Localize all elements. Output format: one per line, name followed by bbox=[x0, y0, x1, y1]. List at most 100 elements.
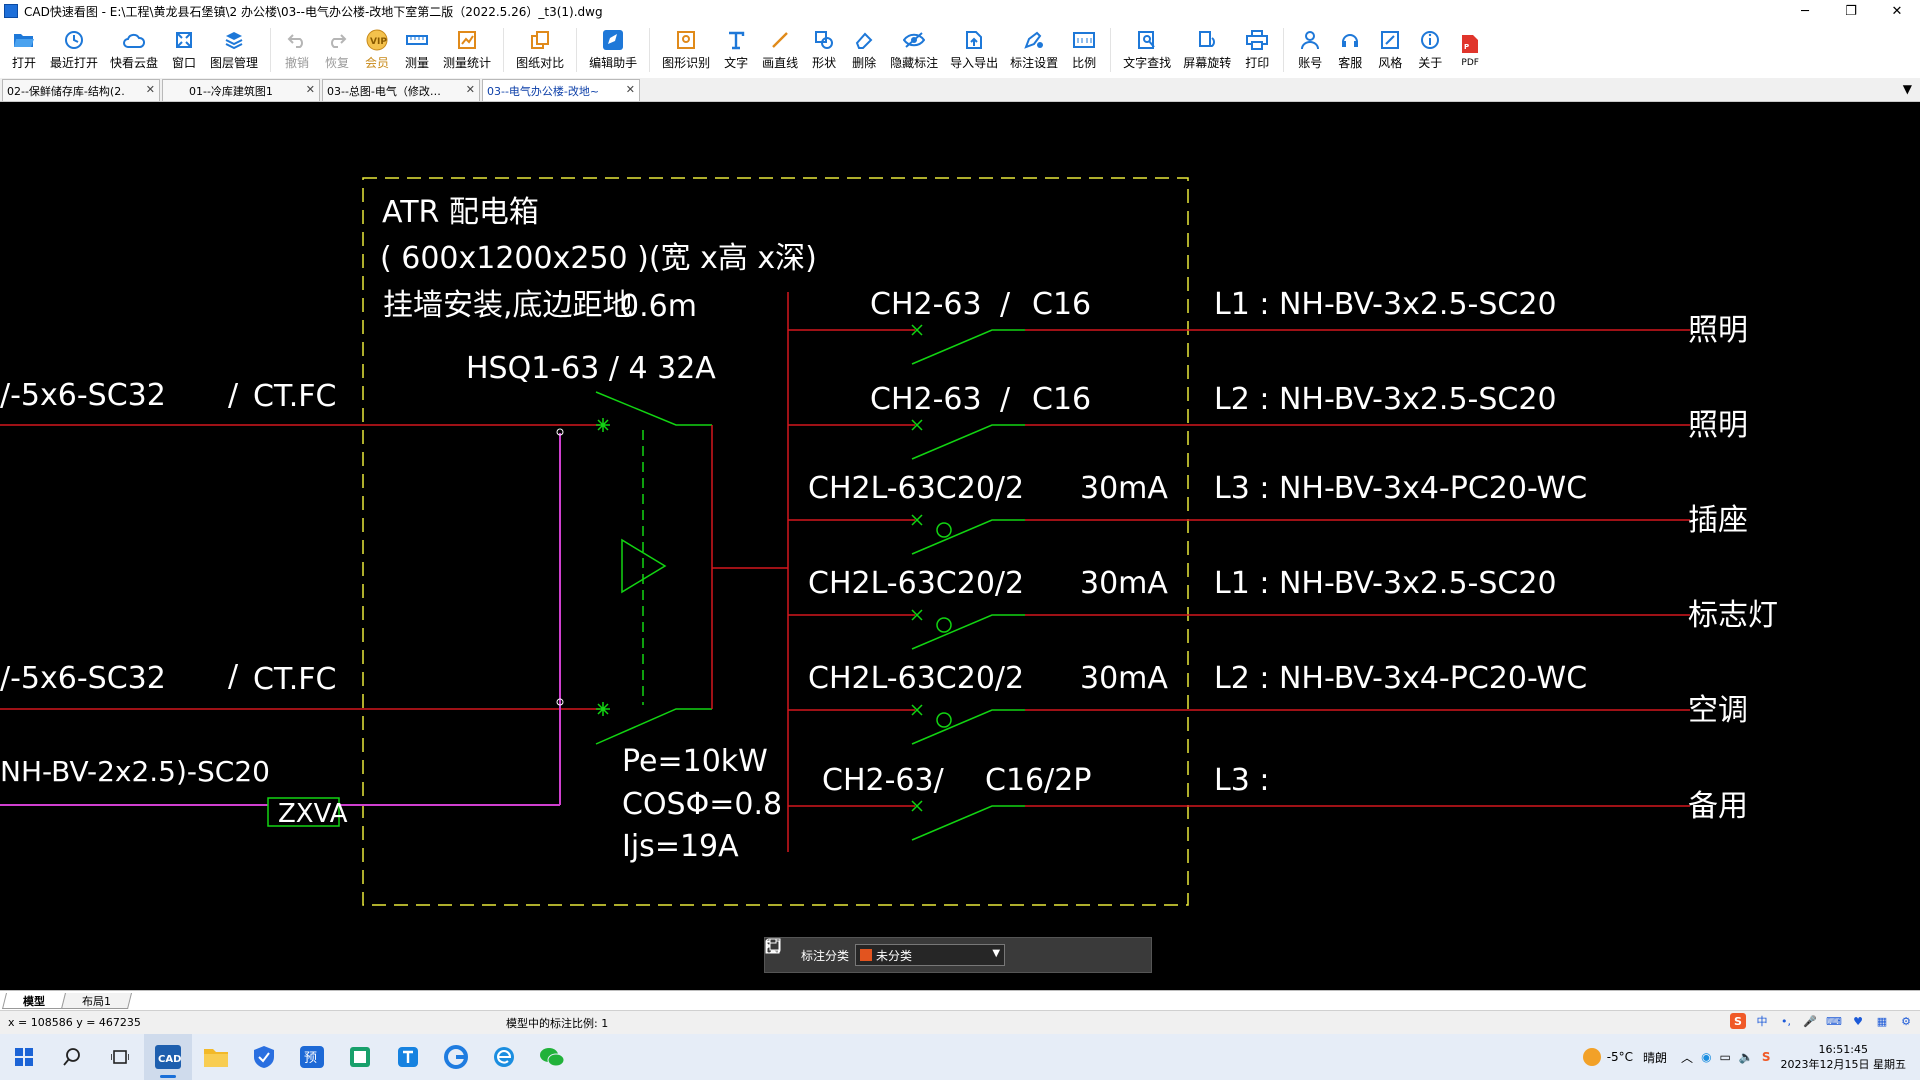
paste-icon[interactable] bbox=[766, 938, 1141, 967]
drawing-canvas[interactable]: ATR 配电箱 ( 600x1200x250 )(宽 x高 x深) 挂墙安装,底… bbox=[0, 102, 1920, 990]
close-tab-icon[interactable]: ✕ bbox=[466, 83, 475, 96]
import-export-icon bbox=[963, 29, 985, 51]
text-button[interactable]: 文字 bbox=[716, 22, 756, 78]
settings-icon[interactable]: ⚙ bbox=[1898, 1013, 1914, 1029]
feeder-cable-label: L2 : NH-BV-3x2.5-SC20 bbox=[1214, 382, 1557, 417]
sogou-icon[interactable]: S bbox=[1730, 1013, 1746, 1029]
breaker-rating: C16/2P bbox=[985, 763, 1091, 798]
edit-assistant-button[interactable]: 编辑助手 bbox=[583, 22, 643, 78]
security-app-taskbar[interactable] bbox=[240, 1034, 288, 1080]
category-select[interactable]: 未分类 ▼ bbox=[855, 944, 1006, 966]
preview-app-taskbar[interactable]: 预 bbox=[288, 1034, 336, 1080]
task-view-icon bbox=[111, 1050, 129, 1064]
network-icon[interactable]: ▭ bbox=[1720, 1050, 1731, 1064]
chevron-down-icon: ▼ bbox=[992, 948, 1001, 959]
layout1-tab[interactable]: 布局1 bbox=[61, 992, 132, 1009]
measure-button[interactable]: 测量 bbox=[397, 22, 437, 78]
restore-button[interactable]: ❐ bbox=[1828, 0, 1874, 22]
open-button[interactable]: 打开 bbox=[4, 22, 44, 78]
print-button[interactable]: 打印 bbox=[1237, 22, 1277, 78]
recognize-button[interactable]: 图形识别 bbox=[656, 22, 716, 78]
microphone-icon[interactable]: 🎤 bbox=[1802, 1013, 1818, 1029]
browser-taskbar[interactable] bbox=[432, 1034, 480, 1080]
hide-marks-button[interactable]: 隐藏标注 bbox=[884, 22, 944, 78]
skin-icon[interactable]: ♥ bbox=[1850, 1013, 1866, 1029]
mark-settings-button[interactable]: 标注设置 bbox=[1004, 22, 1064, 78]
circuit-rows: CH2-63/C16 L1 : NH-BV-3x2.5-SC20照明CH2-63/… bbox=[788, 287, 1778, 841]
doc-tab[interactable]: 02--保鲜储存库-结构(2. ✕ bbox=[2, 79, 160, 101]
ct-fc-1: CT.FC bbox=[253, 379, 336, 414]
task-view-button[interactable] bbox=[96, 1034, 144, 1080]
box-mount: 挂墙安装,底边距地 bbox=[383, 288, 633, 323]
close-tab-icon[interactable]: ✕ bbox=[146, 83, 155, 96]
text-app-taskbar[interactable] bbox=[384, 1034, 432, 1080]
breaker-switch bbox=[911, 709, 1025, 745]
weather-widget[interactable]: -5°C 晴朗 bbox=[1582, 1048, 1667, 1066]
box-dims: ( 600x1200x250 )(宽 x高 x深) bbox=[380, 241, 817, 276]
shape-button[interactable]: 形状 bbox=[804, 22, 844, 78]
redo-button[interactable]: 恢复 bbox=[317, 22, 357, 78]
style-icon bbox=[1379, 29, 1401, 51]
recent-button[interactable]: 最近打开 bbox=[44, 22, 104, 78]
edge-taskbar[interactable] bbox=[480, 1034, 528, 1080]
ime-lang[interactable]: 中 bbox=[1754, 1013, 1770, 1029]
breaker-slash: / bbox=[1000, 382, 1011, 417]
close-tab-icon[interactable]: ✕ bbox=[306, 83, 315, 96]
vip-button[interactable]: VIP 会员 bbox=[357, 22, 397, 78]
incoming-cable-2: /-5x6-SC32 bbox=[0, 661, 166, 696]
toolbox-icon[interactable]: ▦ bbox=[1874, 1013, 1890, 1029]
import-export-button[interactable]: 导入导出 bbox=[944, 22, 1004, 78]
ratio-button[interactable]: 比例 bbox=[1064, 22, 1104, 78]
start-button[interactable] bbox=[0, 1034, 48, 1080]
layers-icon bbox=[223, 29, 245, 51]
tabs-dropdown-icon[interactable]: ▼ bbox=[1903, 82, 1912, 96]
window-button[interactable]: 窗口 bbox=[164, 22, 204, 78]
search-icon bbox=[63, 1048, 80, 1066]
tray-icons: ︿ ◉ ▭ 🔈 S bbox=[1681, 1049, 1770, 1066]
erase-button[interactable]: 删除 bbox=[844, 22, 884, 78]
volume-icon[interactable]: 🔈 bbox=[1739, 1050, 1754, 1064]
separator bbox=[503, 28, 505, 72]
doc-tab[interactable]: 01--冷库建筑图1 ✕ bbox=[162, 79, 320, 101]
close-button[interactable]: ✕ bbox=[1874, 0, 1920, 22]
copy-icon[interactable] bbox=[765, 938, 1107, 967]
clock-date: 2023年12月15日 星期五 bbox=[1780, 1058, 1907, 1071]
minimize-button[interactable]: ─ bbox=[1782, 0, 1828, 22]
service-button[interactable]: 客服 bbox=[1330, 22, 1370, 78]
temperature: -5°C bbox=[1606, 1050, 1634, 1064]
cloud-button[interactable]: 快看云盘 bbox=[104, 22, 164, 78]
model-tab[interactable]: 模型 bbox=[2, 992, 66, 1009]
wechat-taskbar[interactable] bbox=[528, 1034, 576, 1080]
line-button[interactable]: 画直线 bbox=[756, 22, 804, 78]
rotate-screen-button[interactable]: 屏幕旋转 bbox=[1177, 22, 1237, 78]
doc-tab[interactable]: 03--总图-电气（修改… ✕ bbox=[322, 79, 480, 101]
chevron-up-icon[interactable]: ︿ bbox=[1681, 1049, 1693, 1066]
text-app-icon bbox=[398, 1047, 418, 1067]
compare-button[interactable]: 图纸对比 bbox=[510, 22, 570, 78]
undo-button[interactable]: 撤销 bbox=[277, 22, 317, 78]
pdf-button[interactable]: P PDF bbox=[1450, 22, 1490, 78]
clock[interactable]: 16:51:45 2023年12月15日 星期五 bbox=[1781, 1042, 1907, 1072]
doc-tab-active[interactable]: 03--电气办公楼-改地~ ✕ bbox=[482, 79, 640, 101]
punctuation-icon[interactable]: •, bbox=[1778, 1013, 1794, 1029]
close-tab-icon[interactable]: ✕ bbox=[626, 83, 635, 96]
edit-icon[interactable] bbox=[765, 939, 1039, 967]
ruler-icon bbox=[406, 29, 429, 51]
layers-button[interactable]: 图层管理 bbox=[204, 22, 264, 78]
style-button[interactable]: 风格 bbox=[1370, 22, 1410, 78]
edge-tray-icon[interactable]: ◉ bbox=[1701, 1050, 1711, 1064]
search-button[interactable] bbox=[48, 1034, 96, 1080]
keyboard-icon[interactable]: ⌨ bbox=[1826, 1013, 1842, 1029]
text-search-button[interactable]: 文字查找 bbox=[1117, 22, 1177, 78]
cad-app-taskbar[interactable]: CAD bbox=[144, 1034, 192, 1080]
book-app-taskbar[interactable] bbox=[336, 1034, 384, 1080]
about-button[interactable]: 关于 bbox=[1410, 22, 1450, 78]
explorer-taskbar[interactable] bbox=[192, 1034, 240, 1080]
sogou-tray-icon[interactable]: S bbox=[1762, 1050, 1771, 1064]
info-icon bbox=[1419, 29, 1441, 51]
move-icon[interactable] bbox=[765, 938, 1073, 967]
layout-tabs: 模型 布局1 bbox=[0, 990, 1920, 1010]
eraser-icon bbox=[853, 29, 875, 51]
measure-stats-button[interactable]: 测量统计 bbox=[437, 22, 497, 78]
account-button[interactable]: 账号 bbox=[1290, 22, 1330, 78]
